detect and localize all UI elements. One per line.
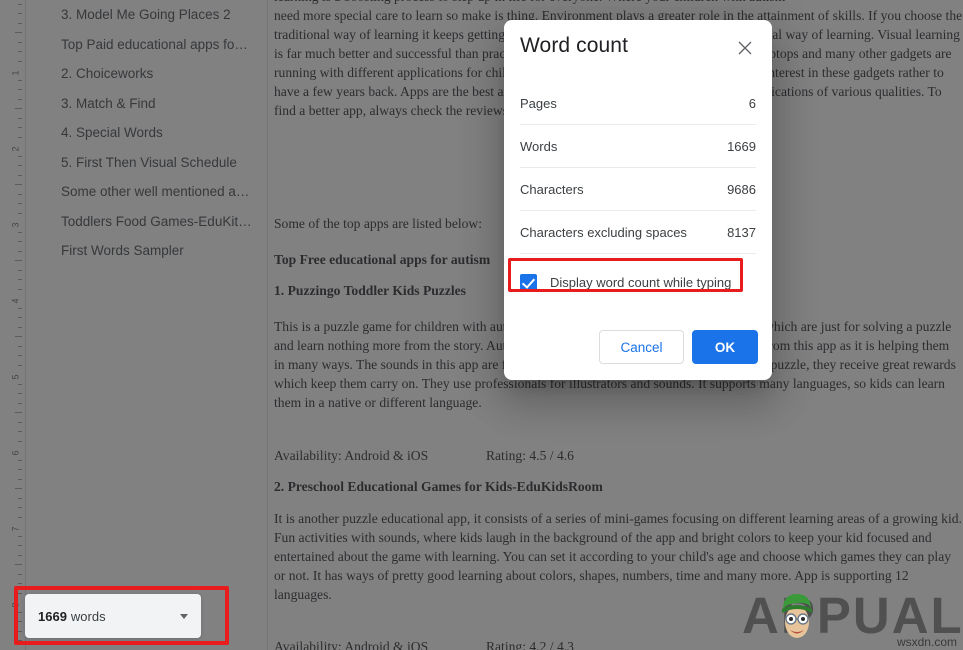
stat-value-pages: 6 xyxy=(748,95,756,111)
stat-row-characters-excluding-spaces: Characters excluding spaces 8137 xyxy=(520,211,756,254)
stat-label-characters: Characters xyxy=(520,181,584,197)
stat-value-words: 1669 xyxy=(727,138,756,154)
stat-row-pages: Pages 6 xyxy=(520,82,756,125)
modal-overlay[interactable] xyxy=(0,0,963,650)
cancel-button[interactable]: Cancel xyxy=(599,330,684,364)
close-icon[interactable] xyxy=(736,39,754,57)
stat-label-characters-excluding-spaces: Characters excluding spaces xyxy=(520,224,687,240)
google-docs-word-count-screen: 12345678 3. Model Me Going Places 2 Top … xyxy=(0,0,963,650)
stat-row-characters: Characters 9686 xyxy=(520,168,756,211)
word-count-stats-list: Pages 6 Words 1669 Characters 9686 Chara… xyxy=(520,82,756,254)
word-count-dialog[interactable]: Word count Pages 6 Words 1669 Characters… xyxy=(504,20,772,380)
dialog-header: Word count xyxy=(504,20,772,76)
stat-label-words: Words xyxy=(520,138,558,154)
ok-button[interactable]: OK xyxy=(692,330,758,364)
stat-label-pages: Pages xyxy=(520,95,557,111)
stat-value-characters-excluding-spaces: 8137 xyxy=(727,224,756,240)
dialog-title: Word count xyxy=(520,34,628,57)
word-count-chip-highlight-box xyxy=(14,586,229,645)
stat-value-characters: 9686 xyxy=(727,181,756,197)
stat-row-words: Words 1669 xyxy=(520,125,756,168)
checkbox-highlight-box xyxy=(508,258,743,292)
dialog-actions: Cancel OK xyxy=(599,330,758,364)
